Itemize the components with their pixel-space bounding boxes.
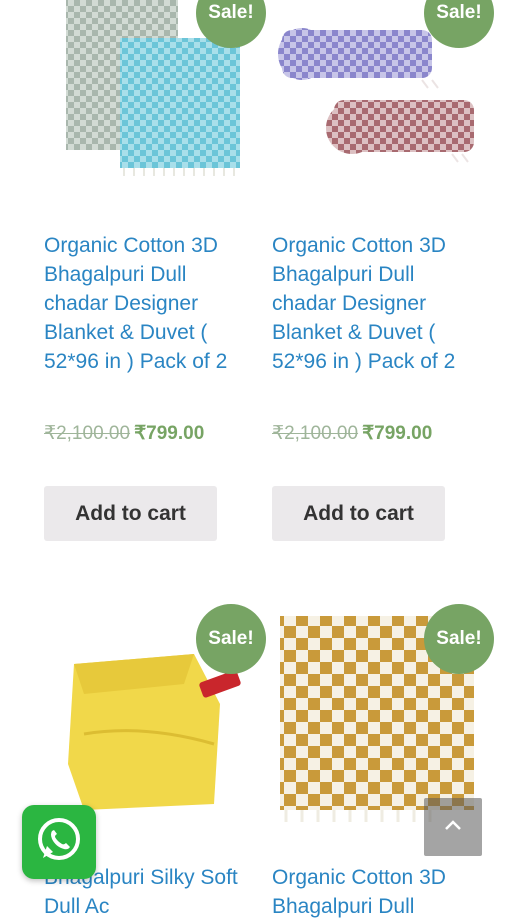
sale-price: ₹799.00 xyxy=(362,423,433,444)
chevron-up-icon xyxy=(443,818,463,837)
regular-price: ₹2,100.00 xyxy=(272,423,359,444)
add-to-cart-button[interactable]: Add to cart xyxy=(272,486,445,541)
scroll-to-top-button[interactable] xyxy=(424,798,482,856)
sale-badge: Sale! xyxy=(196,604,266,674)
product-title-link[interactable]: Organic Cotton 3D Bhagalpuri Dull xyxy=(272,863,482,921)
product-price: ₹2,100.00 ₹799.00 xyxy=(272,422,432,445)
add-to-cart-button[interactable]: Add to cart xyxy=(44,486,217,541)
product-title-link[interactable]: Organic Cotton 3D Bhagalpuri Dull chadar… xyxy=(44,231,254,376)
product-title-link[interactable]: Organic Cotton 3D Bhagalpuri Dull chadar… xyxy=(272,231,482,376)
product-price: ₹2,100.00 ₹799.00 xyxy=(44,422,204,445)
regular-price: ₹2,100.00 xyxy=(44,423,131,444)
whatsapp-chat-button[interactable] xyxy=(22,805,96,879)
sale-price: ₹799.00 xyxy=(134,423,205,444)
whatsapp-icon xyxy=(33,814,85,871)
sale-badge: Sale! xyxy=(424,604,494,674)
